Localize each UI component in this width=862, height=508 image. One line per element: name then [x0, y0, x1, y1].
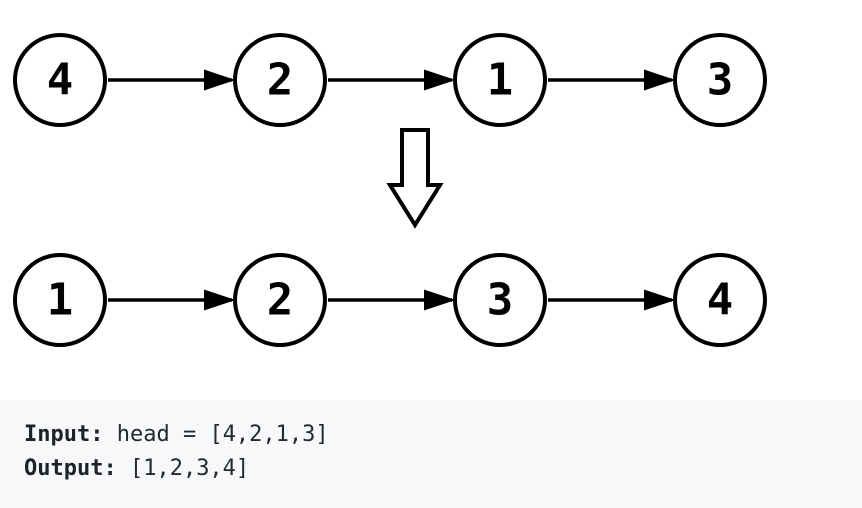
node-value: 4 [707, 275, 734, 326]
list-node: 3 [455, 255, 545, 345]
list-node: 4 [675, 255, 765, 345]
linked-list-svg: 4 2 1 3 1 [0, 0, 862, 400]
node-value: 2 [267, 275, 294, 326]
output-value: [1,2,3,4] [117, 456, 249, 481]
list-node: 4 [15, 35, 105, 125]
node-value: 1 [487, 55, 514, 106]
node-value: 1 [47, 275, 74, 326]
output-row: Output: [1,2,3,4] [24, 452, 838, 486]
node-value: 4 [47, 55, 74, 106]
node-value: 2 [267, 55, 294, 106]
output-label: Output: [24, 456, 117, 481]
input-list-row: 4 2 1 3 [15, 35, 765, 125]
list-node: 1 [15, 255, 105, 345]
list-node: 3 [675, 35, 765, 125]
list-node: 2 [235, 35, 325, 125]
io-block: Input: head = [4,2,1,3] Output: [1,2,3,4… [0, 400, 862, 508]
node-value: 3 [707, 55, 734, 106]
diagram-stage: 4 2 1 3 1 [0, 0, 862, 508]
list-node: 1 [455, 35, 545, 125]
list-node: 2 [235, 255, 325, 345]
transform-arrow-icon [390, 130, 440, 225]
input-value: head = [4,2,1,3] [103, 422, 328, 447]
output-list-row: 1 2 3 4 [15, 255, 765, 345]
node-value: 3 [487, 275, 514, 326]
input-row: Input: head = [4,2,1,3] [24, 418, 838, 452]
input-label: Input: [24, 422, 103, 447]
